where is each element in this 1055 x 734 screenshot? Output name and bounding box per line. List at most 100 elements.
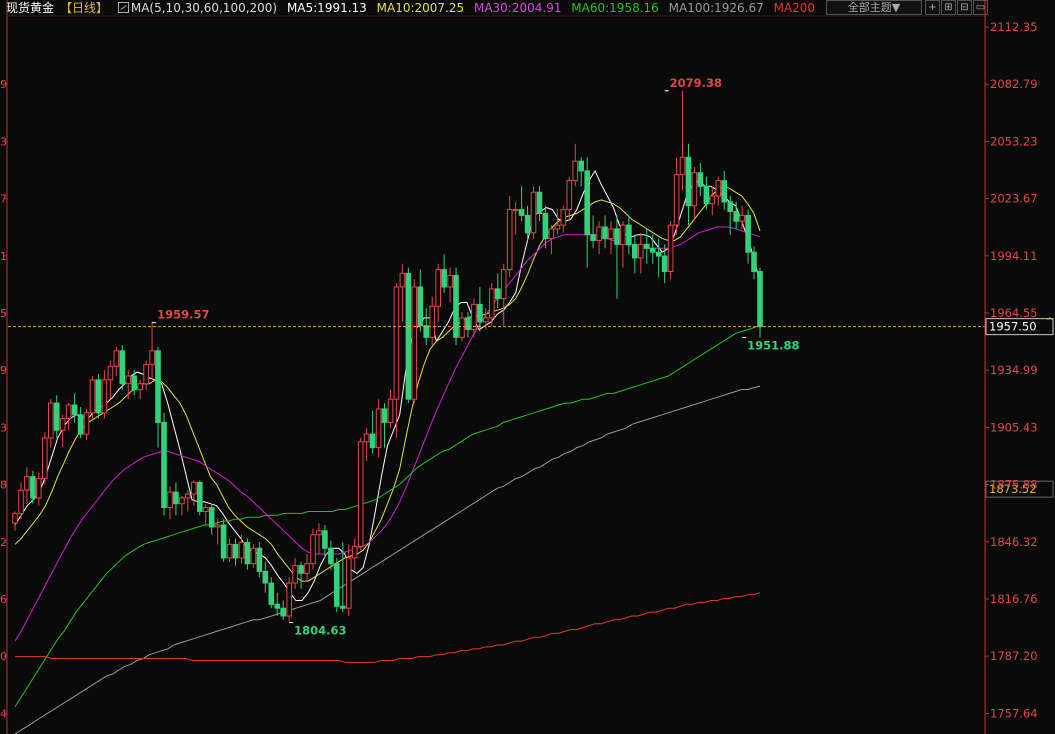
candle-body xyxy=(649,247,656,253)
candle-body xyxy=(36,478,42,499)
candle-body xyxy=(542,212,549,240)
candle-body xyxy=(214,524,221,528)
candle-body xyxy=(679,156,686,176)
candle-body xyxy=(745,214,751,253)
price-tick-label: 1964.55 xyxy=(990,306,1038,320)
candle-body xyxy=(465,317,471,330)
candle-body xyxy=(310,534,316,565)
candle-body xyxy=(185,493,191,499)
candle-body xyxy=(667,224,674,273)
candle-body xyxy=(739,214,745,222)
candle-body xyxy=(572,160,579,182)
candle-body xyxy=(286,582,292,617)
candle-body xyxy=(757,271,763,328)
ma-line-ma200 xyxy=(15,592,761,663)
candle-body xyxy=(614,228,620,245)
candle-body xyxy=(244,541,251,565)
price-tick-label: 1934.99 xyxy=(990,363,1038,377)
candlestick-chart[interactable]: 1957.50 ⌃1873.52 1959.571804.632079.38195… xyxy=(0,0,1055,734)
candle-body xyxy=(167,491,173,509)
candle-body xyxy=(202,507,209,513)
candle-body xyxy=(89,379,96,414)
candle-body xyxy=(161,421,167,508)
candle-body xyxy=(351,545,358,559)
candle-body xyxy=(417,286,424,327)
candle-body xyxy=(703,185,710,205)
candle-body xyxy=(590,234,596,241)
candle-body xyxy=(554,224,561,230)
candle-body xyxy=(274,603,280,609)
candle-body xyxy=(262,570,269,584)
candle-body xyxy=(483,317,489,323)
candle-body xyxy=(334,563,340,607)
candle-body xyxy=(530,191,537,234)
candle-body xyxy=(149,350,155,365)
candle-body xyxy=(125,375,132,385)
candle-body xyxy=(250,547,257,565)
candle-body xyxy=(340,605,346,609)
price-tick-label: 2053.23 xyxy=(990,134,1038,148)
candle-body xyxy=(316,530,322,536)
candle-body xyxy=(18,489,24,514)
candle-body xyxy=(548,228,555,240)
candle-body xyxy=(12,512,18,524)
candle-body xyxy=(292,565,298,584)
ma-line-ma100 xyxy=(14,385,761,734)
candle-body xyxy=(447,274,453,288)
candle-body xyxy=(48,402,54,439)
candle-body xyxy=(280,607,286,617)
candle-body xyxy=(131,375,137,390)
price-tick-label: 1905.43 xyxy=(990,420,1038,434)
price-tick-label: 2082.79 xyxy=(990,77,1038,91)
candle-body xyxy=(65,404,72,419)
candle-body xyxy=(375,408,382,449)
candle-body xyxy=(620,224,626,246)
price-tick-label: 1757.64 xyxy=(990,706,1038,720)
candle-body xyxy=(113,350,120,367)
candle-body xyxy=(626,224,632,246)
candle-body xyxy=(304,563,310,574)
candle-body xyxy=(328,547,334,565)
candle-body xyxy=(173,491,179,505)
candle-body xyxy=(399,272,406,288)
candle-body xyxy=(357,441,364,547)
candle-body xyxy=(155,350,161,423)
candle-body xyxy=(709,195,716,205)
candle-body xyxy=(733,211,740,222)
candle-body xyxy=(751,251,757,273)
candle-body xyxy=(459,317,465,338)
candle-body xyxy=(423,325,429,338)
candle-body xyxy=(42,437,48,479)
candle-body xyxy=(95,379,102,414)
annotation-label: 1804.63 xyxy=(294,623,346,637)
candle-body xyxy=(727,201,734,213)
candle-body xyxy=(518,209,525,216)
candle-body xyxy=(435,269,441,307)
ma-line-ma5 xyxy=(14,169,761,601)
ma-line-ma30 xyxy=(14,226,761,642)
candle-body xyxy=(30,476,36,499)
candle-body xyxy=(596,226,602,241)
price-tick-label: 2023.67 xyxy=(990,192,1038,206)
candle-body xyxy=(602,226,608,240)
candle-body xyxy=(24,476,30,491)
candle-body xyxy=(268,582,275,605)
candle-body xyxy=(411,286,418,400)
candle-body xyxy=(489,288,495,319)
candle-body xyxy=(608,228,614,240)
candle-body xyxy=(429,305,435,338)
candle-body xyxy=(524,214,531,234)
candle-body xyxy=(661,255,668,272)
candle-body xyxy=(346,557,352,609)
candle-body xyxy=(226,543,233,559)
candle-body xyxy=(232,543,239,559)
annotation-label: 2079.38 xyxy=(670,76,722,90)
candle-body xyxy=(584,170,591,236)
candle-body xyxy=(107,365,114,381)
candle-body xyxy=(369,433,376,449)
candle-body xyxy=(453,274,459,338)
candle-body xyxy=(208,507,215,528)
price-arrow-icon: ⌃ xyxy=(1045,315,1055,329)
candle-body xyxy=(578,160,585,172)
price-tick-label: 1787.20 xyxy=(990,649,1038,663)
